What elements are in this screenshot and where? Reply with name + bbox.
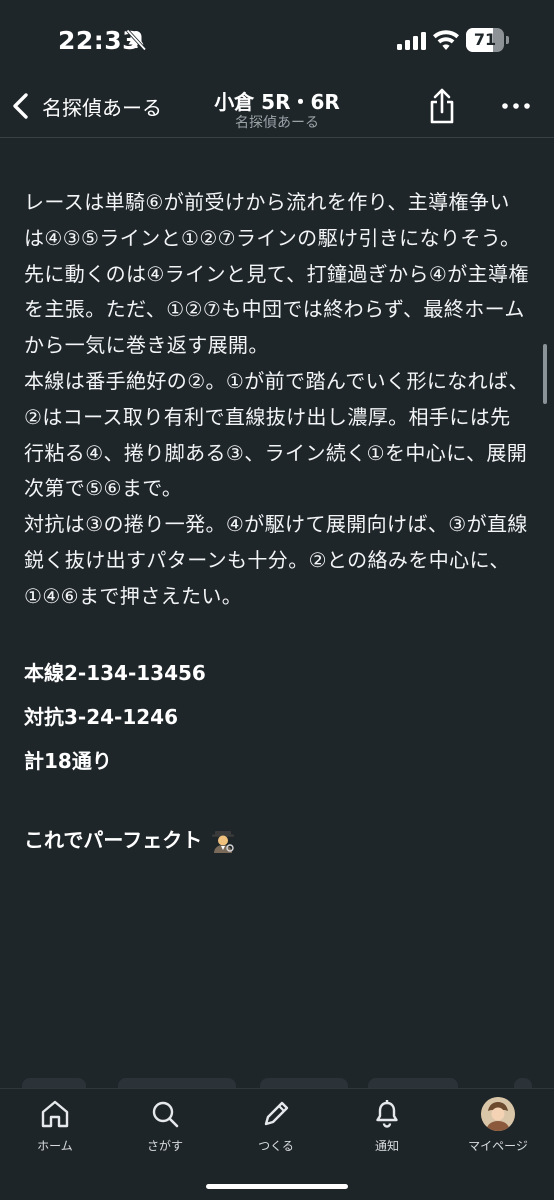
bell-icon bbox=[376, 1100, 398, 1128]
screen: 22:33 71 名探偵あーる 小倉 5R・6R 名探偵あーる レースは単騎⑥が… bbox=[0, 0, 554, 1200]
pick-total: 計18通り bbox=[24, 748, 112, 773]
tab-notifications[interactable]: 通知 bbox=[337, 1097, 437, 1161]
tab-mypage[interactable]: マイページ bbox=[448, 1097, 548, 1161]
battery-level: 71 bbox=[473, 30, 497, 49]
paragraph-main-pick: 本線は番手絶好の②。①が前で踏んでいく形になれば、②はコース取り有利で直線抜け出… bbox=[24, 368, 529, 501]
tab-label: 通知 bbox=[374, 1139, 399, 1153]
closing-line: これでパーフェクト bbox=[24, 823, 530, 857]
tab-search[interactable]: さがす bbox=[115, 1097, 215, 1161]
pick-counter: 対抗3-24-1246 bbox=[24, 704, 179, 729]
article-body: レースは単騎⑥が前受けから流れを作り、主導権争いは④③⑤ラインと①②⑦ラインの駆… bbox=[24, 185, 530, 857]
avatar bbox=[481, 1097, 515, 1131]
pencil-icon bbox=[264, 1101, 289, 1126]
closing-text: これでパーフェクト bbox=[24, 827, 203, 852]
tab-label: マイページ bbox=[468, 1139, 528, 1153]
nav-subtitle: 名探偵あーる bbox=[235, 115, 319, 131]
home-indicator bbox=[206, 1184, 348, 1189]
share-button[interactable] bbox=[426, 86, 458, 126]
tab-create[interactable]: つくる bbox=[226, 1097, 326, 1161]
paragraph-race-outlook: レースは単騎⑥が前受けから流れを作り、主導権争いは④③⑤ラインと①②⑦ラインの駆… bbox=[24, 190, 529, 358]
wifi-icon bbox=[433, 30, 459, 50]
battery-cap bbox=[506, 36, 509, 44]
tab-label: ホーム bbox=[37, 1139, 73, 1153]
bell-muted-icon bbox=[126, 29, 147, 51]
scroll-indicator[interactable] bbox=[543, 344, 547, 404]
home-icon bbox=[41, 1100, 69, 1128]
tab-home[interactable]: ホーム bbox=[5, 1097, 105, 1161]
paragraph-counter-pick: 対抗は③の捲り一発。④が駆けて展開向けば、③が直線鋭く抜け出すパターンも十分。②… bbox=[24, 512, 528, 608]
pick-main: 本線2-134-13456 bbox=[24, 660, 206, 685]
search-icon bbox=[152, 1101, 179, 1128]
nav-bar: 名探偵あーる 小倉 5R・6R 名探偵あーる bbox=[0, 80, 554, 138]
detective-icon bbox=[212, 830, 235, 853]
more-icon bbox=[502, 103, 530, 109]
avatar-image bbox=[481, 1097, 515, 1131]
tab-label: さがす bbox=[146, 1139, 183, 1153]
status-bar: 22:33 71 bbox=[0, 0, 554, 80]
tab-label: つくる bbox=[258, 1139, 294, 1153]
nav-title: 小倉 5R・6R bbox=[214, 90, 340, 114]
more-button[interactable] bbox=[498, 92, 534, 120]
signal-icon bbox=[397, 32, 426, 50]
battery-icon: 71 bbox=[466, 28, 510, 52]
share-icon bbox=[430, 88, 454, 124]
